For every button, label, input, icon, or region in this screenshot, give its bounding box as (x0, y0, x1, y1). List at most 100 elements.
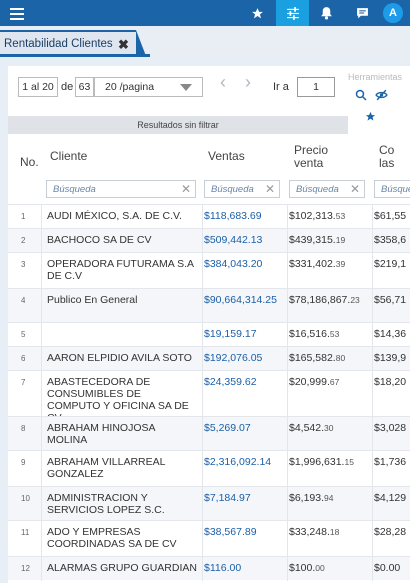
chat-icon[interactable] (348, 0, 376, 26)
column-divider (287, 323, 288, 347)
star-icon[interactable] (243, 0, 271, 26)
column-divider (372, 289, 373, 323)
price-integer: $100. (289, 562, 316, 574)
filter-costo-input[interactable]: Búsqueda (374, 180, 410, 198)
column-divider (287, 371, 288, 417)
cell-cliente: ADO Y EMPRESAS COORDINADAS SA DE CV (47, 526, 177, 550)
column-divider (202, 253, 203, 289)
table-row[interactable]: 5 $19,159.17 $16,516.53 $14,36 (8, 322, 410, 347)
per-page-select[interactable]: 20 /pagina (94, 77, 203, 97)
cell-cliente: ALARMAS GRUPO GUARDIAN (47, 562, 197, 574)
cell-precio-venta: $1,996,631.15 (289, 456, 373, 468)
column-divider (287, 451, 288, 487)
table-row[interactable]: 6 AARON ELPIDIO AVILA SOTO $192,076.05 $165… (8, 346, 410, 371)
column-divider (202, 205, 203, 229)
header-precio-venta[interactable]: Precio venta (294, 144, 344, 170)
cell-ventas[interactable]: $509,442.13 (204, 234, 286, 246)
header-ventas[interactable]: Ventas (208, 150, 245, 163)
column-divider (41, 417, 42, 451)
header-no[interactable]: No. (20, 156, 39, 169)
cell-ventas[interactable]: $116.00 (204, 562, 286, 574)
price-integer: $102,313. (289, 210, 336, 222)
filter-status-bar: Resultados sin filtrar (8, 116, 348, 134)
cell-cliente: Publico En General (47, 294, 138, 306)
per-page-value: 20 /pagina (105, 81, 155, 93)
filter-ventas-input[interactable]: Búsqueda ✕ (204, 180, 280, 198)
column-divider (372, 347, 373, 371)
clear-icon[interactable]: ✕ (181, 182, 191, 196)
table-row[interactable]: 2 BACHOCO SA DE CV $509,442.13 $439,315.19 $… (8, 228, 410, 253)
search-icon[interactable] (355, 88, 367, 106)
table-row[interactable]: 3 OPERADORA FUTURAMA S.A DE C.V $384,043.2… (8, 252, 410, 289)
goto-page-input[interactable]: 1 (297, 77, 335, 97)
cell-ventas[interactable]: $118,683.69 (204, 210, 286, 222)
cell-precio-venta: $439,315.19 (289, 234, 373, 246)
cell-costo: $3,028 (374, 422, 407, 434)
cell-costo: $61,55 (374, 210, 407, 222)
cell-ventas[interactable]: $384,043.20 (204, 258, 286, 270)
filter-precio-input[interactable]: Búsqueda ✕ (289, 180, 365, 198)
favorite-star-icon[interactable] (365, 109, 376, 127)
cell-ventas[interactable]: $192,076.05 (204, 352, 286, 364)
cell-precio-venta: $78,186,867.23 (289, 294, 373, 306)
row-number: 11 (21, 528, 30, 537)
cell-ventas[interactable]: $2,316,092.14 (204, 456, 286, 468)
row-number: 12 (21, 564, 30, 573)
header-cliente[interactable]: Cliente (50, 150, 87, 163)
of-label: de (61, 81, 74, 93)
prev-page-icon[interactable]: ‹ (220, 72, 226, 93)
column-divider (41, 229, 42, 253)
filter-row: Búsqueda ✕ Búsqueda ✕ Búsqueda ✕ Búsqueda (8, 174, 410, 204)
cell-ventas[interactable]: $90,664,314.25 (204, 294, 286, 306)
cell-cliente: AARON ELPIDIO AVILA SOTO (47, 352, 192, 364)
column-divider (287, 521, 288, 557)
column-divider (372, 371, 373, 417)
close-icon[interactable]: ✖ (118, 37, 129, 53)
table-row[interactable]: 9 ABRAHAM VILLARREAL GONZALEZ $2,316,092.1… (8, 450, 410, 487)
cell-ventas[interactable]: $7,184.97 (204, 492, 286, 504)
column-divider (287, 417, 288, 451)
cell-precio-venta: $16,516.53 (289, 328, 373, 340)
cell-costo: $18,20 (374, 376, 407, 388)
filter-placeholder: Búsqueda (296, 183, 339, 195)
price-decimals: 23 (350, 295, 360, 305)
row-number: 9 (21, 458, 26, 467)
next-page-icon[interactable]: › (245, 72, 251, 93)
filter-placeholder: Búsqueda (381, 183, 410, 195)
clear-icon[interactable]: ✕ (350, 182, 360, 196)
column-divider (202, 487, 203, 521)
hamburger-menu-icon[interactable] (10, 5, 24, 21)
column-divider (202, 557, 203, 581)
column-divider (41, 205, 42, 229)
filter-cliente-input[interactable]: Búsqueda ✕ (46, 180, 196, 198)
table-row[interactable]: 1 AUDI MÉXICO, S.A. DE C.V. $118,683.69 $10… (8, 204, 410, 229)
cell-ventas[interactable]: $5,269.07 (204, 422, 286, 434)
column-divider (287, 205, 288, 229)
bell-icon[interactable] (312, 0, 340, 26)
column-divider (41, 557, 42, 581)
price-decimals: 30 (324, 423, 334, 433)
table-row[interactable]: 7 ABASTECEDORA DE CONSUMIBLES DE COMPUTO … (8, 370, 410, 424)
header-costo[interactable]: Co las (379, 144, 409, 170)
price-integer: $78,186,867. (289, 294, 351, 306)
avatar[interactable]: A (383, 3, 403, 23)
table-row[interactable]: 10 ADMINISTRACION Y SERVICIOS LOPEZ S.C. $… (8, 486, 410, 521)
column-divider (372, 451, 373, 487)
table-row[interactable]: 11 ADO Y EMPRESAS COORDINADAS SA DE CV $38… (8, 520, 410, 557)
sliders-icon[interactable] (276, 0, 309, 26)
cell-precio-venta: $100.00 (289, 562, 373, 574)
price-integer: $331,402. (289, 258, 336, 270)
cell-ventas[interactable]: $24,359.62 (204, 376, 286, 388)
cell-ventas[interactable]: $38,567.89 (204, 526, 286, 538)
price-decimals: 18 (329, 527, 340, 537)
clear-icon[interactable]: ✕ (265, 182, 275, 196)
tab-rentabilidad-clientes[interactable]: Rentabilidad Clientes ✖ (0, 30, 136, 56)
table-row[interactable]: 4 Publico En General $90,664,314.25 $78,186… (8, 288, 410, 323)
table-row[interactable]: 8 ABRAHAM HINOJOSA MOLINA $5,269.07 $4,542.… (8, 416, 410, 451)
page-range: 1 al 20 (18, 77, 58, 97)
hide-columns-icon[interactable] (375, 88, 388, 106)
cell-ventas[interactable]: $19,159.17 (204, 328, 286, 340)
price-decimals: 67 (329, 377, 340, 387)
cell-costo: $56,71 (374, 294, 407, 306)
table-row[interactable]: 12 ALARMAS GRUPO GUARDIAN $116.00 $100.00 $0… (8, 556, 410, 581)
